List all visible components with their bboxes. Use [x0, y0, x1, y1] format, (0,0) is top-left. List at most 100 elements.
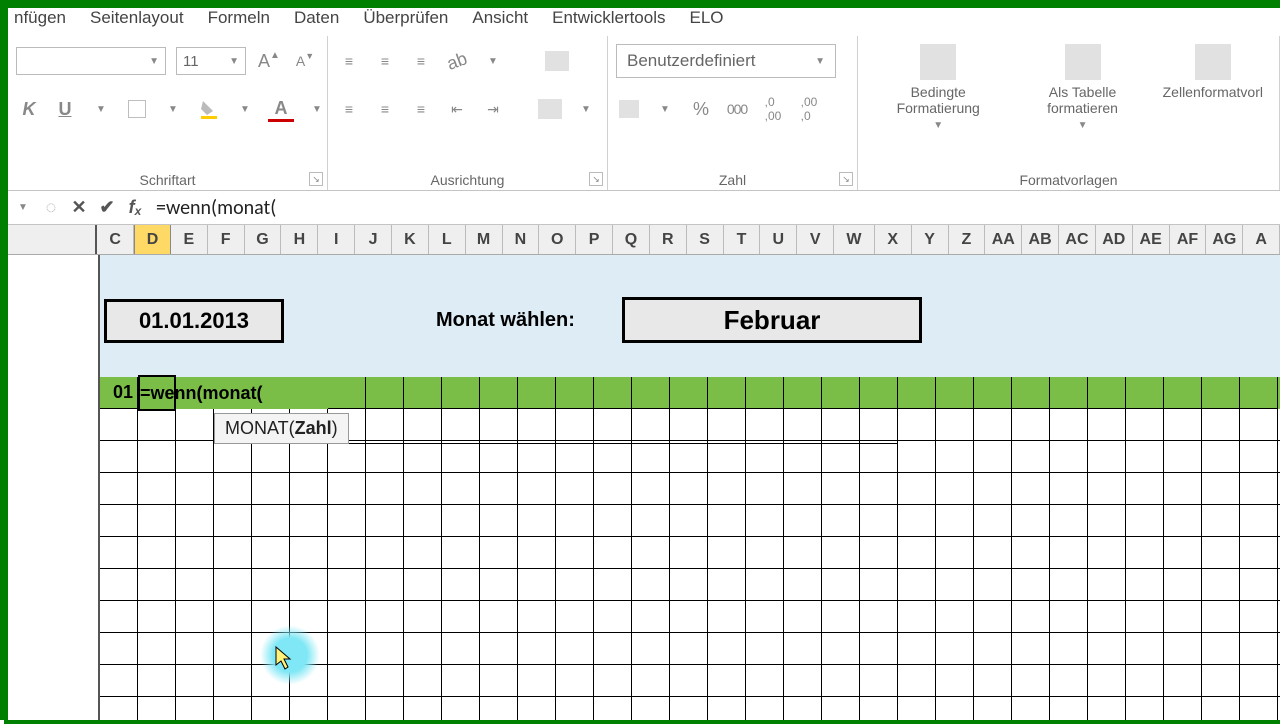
col-header-W[interactable]: W — [834, 225, 875, 254]
formula-input[interactable]: =wenn(monat( — [152, 196, 1276, 220]
col-header-R[interactable]: R — [650, 225, 687, 254]
col-header-AA[interactable]: AA — [985, 225, 1022, 254]
chevron-down-icon: ▼ — [1078, 120, 1088, 131]
col-header-P[interactable]: P — [576, 225, 613, 254]
col-header-Q[interactable]: Q — [613, 225, 650, 254]
col-header-U[interactable]: U — [760, 225, 797, 254]
col-header-AF[interactable]: AF — [1170, 225, 1207, 254]
increase-font-icon[interactable]: A▲ — [256, 48, 282, 74]
col-header-AG[interactable]: AG — [1206, 225, 1243, 254]
col-header-E[interactable]: E — [171, 225, 208, 254]
orientation-icon[interactable]: ab — [440, 44, 473, 77]
col-header-N[interactable]: N — [503, 225, 540, 254]
col-header-F[interactable]: F — [208, 225, 245, 254]
align-right-icon[interactable]: ≡ — [408, 96, 434, 122]
cancel-edit-button[interactable]: ✕ — [68, 197, 90, 219]
col-header-AE[interactable]: AE — [1133, 225, 1170, 254]
chevron-down-icon: ▼ — [815, 56, 825, 67]
align-top-icon[interactable]: ≡ — [336, 48, 362, 74]
underline-dropdown-icon[interactable]: ▼ — [88, 96, 114, 122]
col-header-J[interactable]: J — [355, 225, 392, 254]
increase-decimal-icon[interactable]: ,0,00 — [760, 96, 786, 122]
fontcolor-dropdown-icon[interactable]: ▼ — [304, 96, 330, 122]
col-header-A[interactable]: A — [1243, 225, 1280, 254]
col-header-AB[interactable]: AB — [1022, 225, 1059, 254]
namebox-dropdown-icon[interactable]: ▼ — [12, 197, 34, 219]
number-format-dropdown[interactable]: Benutzerdefiniert ▼ — [616, 44, 836, 78]
col-header-M[interactable]: M — [466, 225, 503, 254]
tab-view[interactable]: Ansicht — [472, 8, 528, 28]
col-header-I[interactable]: I — [318, 225, 355, 254]
functions-dropdown-icon[interactable]: ◌ — [40, 197, 62, 219]
tab-formulas[interactable]: Formeln — [208, 8, 270, 28]
cell-styles-button[interactable]: Zellenformatvorl — [1155, 40, 1271, 104]
col-header-K[interactable]: K — [392, 225, 429, 254]
group-align-label: Ausrichtung — [336, 168, 599, 190]
number-format-value: Benutzerdefiniert — [627, 51, 756, 71]
editing-cell[interactable]: =wenn(monat( — [138, 377, 328, 409]
conditional-formatting-button[interactable]: Bedingte Formatierung ▼ — [866, 40, 1010, 135]
underline-button[interactable]: U — [52, 96, 78, 122]
format-as-table-label: Als Tabelle formatieren — [1018, 84, 1146, 116]
col-header-G[interactable]: G — [245, 225, 282, 254]
tab-insert[interactable]: nfügen — [14, 8, 66, 28]
col-header-S[interactable]: S — [687, 225, 724, 254]
orientation-dropdown-icon[interactable]: ▼ — [480, 48, 506, 74]
thousands-button[interactable]: 000 — [724, 96, 750, 122]
col-header-L[interactable]: L — [429, 225, 466, 254]
fill-dropdown-icon[interactable]: ▼ — [232, 96, 258, 122]
col-header-AC[interactable]: AC — [1059, 225, 1096, 254]
col-header-Y[interactable]: Y — [912, 225, 949, 254]
chevron-down-icon: ▼ — [229, 56, 239, 67]
col-header-C[interactable]: C — [97, 225, 134, 254]
font-launcher-icon[interactable]: ↘ — [309, 172, 323, 186]
col-header-H[interactable]: H — [281, 225, 318, 254]
align-middle-icon[interactable]: ≡ — [372, 48, 398, 74]
borders-dropdown-icon[interactable]: ▼ — [160, 96, 186, 122]
col-header-T[interactable]: T — [724, 225, 761, 254]
merge-center-icon[interactable] — [537, 96, 563, 122]
col-header-X[interactable]: X — [875, 225, 912, 254]
col-header-V[interactable]: V — [797, 225, 834, 254]
increase-indent-icon[interactable]: ⇥ — [480, 96, 506, 122]
confirm-edit-button[interactable]: ✔ — [96, 197, 118, 219]
decrease-font-icon[interactable]: A▼ — [292, 48, 318, 74]
font-size-dropdown[interactable]: 11 ▼ — [176, 47, 246, 75]
borders-button[interactable] — [124, 96, 150, 122]
fill-color-button[interactable] — [196, 96, 222, 122]
wrap-text-icon[interactable] — [544, 48, 570, 74]
day-cell-01[interactable]: 01 — [100, 377, 138, 409]
row-headers — [8, 255, 100, 720]
fn-tip-arg: Zahl — [295, 418, 332, 438]
col-header-O[interactable]: O — [539, 225, 576, 254]
font-name-dropdown[interactable]: ▼ — [16, 47, 166, 75]
italic-button[interactable]: K — [16, 96, 42, 122]
decrease-decimal-icon[interactable]: ,00,0 — [796, 96, 822, 122]
accounting-dropdown-icon[interactable]: ▼ — [652, 96, 678, 122]
fn-tip-prefix: MONAT( — [225, 418, 295, 438]
percent-button[interactable]: % — [688, 96, 714, 122]
align-center-icon[interactable]: ≡ — [372, 96, 398, 122]
month-dropdown[interactable]: Februar — [622, 297, 922, 343]
align-bottom-icon[interactable]: ≡ — [408, 48, 434, 74]
align-launcher-icon[interactable]: ↘ — [589, 172, 603, 186]
insert-function-button[interactable]: fx — [124, 197, 146, 219]
col-header-D[interactable]: D — [134, 225, 171, 254]
tab-data[interactable]: Daten — [294, 8, 339, 28]
decrease-indent-icon[interactable]: ⇤ — [444, 96, 470, 122]
col-header-AD[interactable]: AD — [1096, 225, 1133, 254]
tab-pagelayout[interactable]: Seitenlayout — [90, 8, 184, 28]
col-header-Z[interactable]: Z — [949, 225, 986, 254]
align-left-icon[interactable]: ≡ — [336, 96, 362, 122]
font-color-button[interactable]: A — [268, 96, 294, 122]
accounting-format-icon[interactable] — [616, 96, 642, 122]
number-launcher-icon[interactable]: ↘ — [839, 172, 853, 186]
tab-elo[interactable]: ELO — [690, 8, 724, 28]
cell-grid[interactable]: 01.01.2013 Monat wählen: Februar 01 =wen… — [100, 255, 1280, 720]
date-cell[interactable]: 01.01.2013 — [104, 299, 284, 343]
selectall-corner[interactable] — [8, 225, 97, 254]
tab-review[interactable]: Überprüfen — [363, 8, 448, 28]
format-as-table-button[interactable]: Als Tabelle formatieren ▼ — [1010, 40, 1154, 135]
merge-dropdown-icon[interactable]: ▼ — [573, 96, 599, 122]
tab-devtools[interactable]: Entwicklertools — [552, 8, 665, 28]
